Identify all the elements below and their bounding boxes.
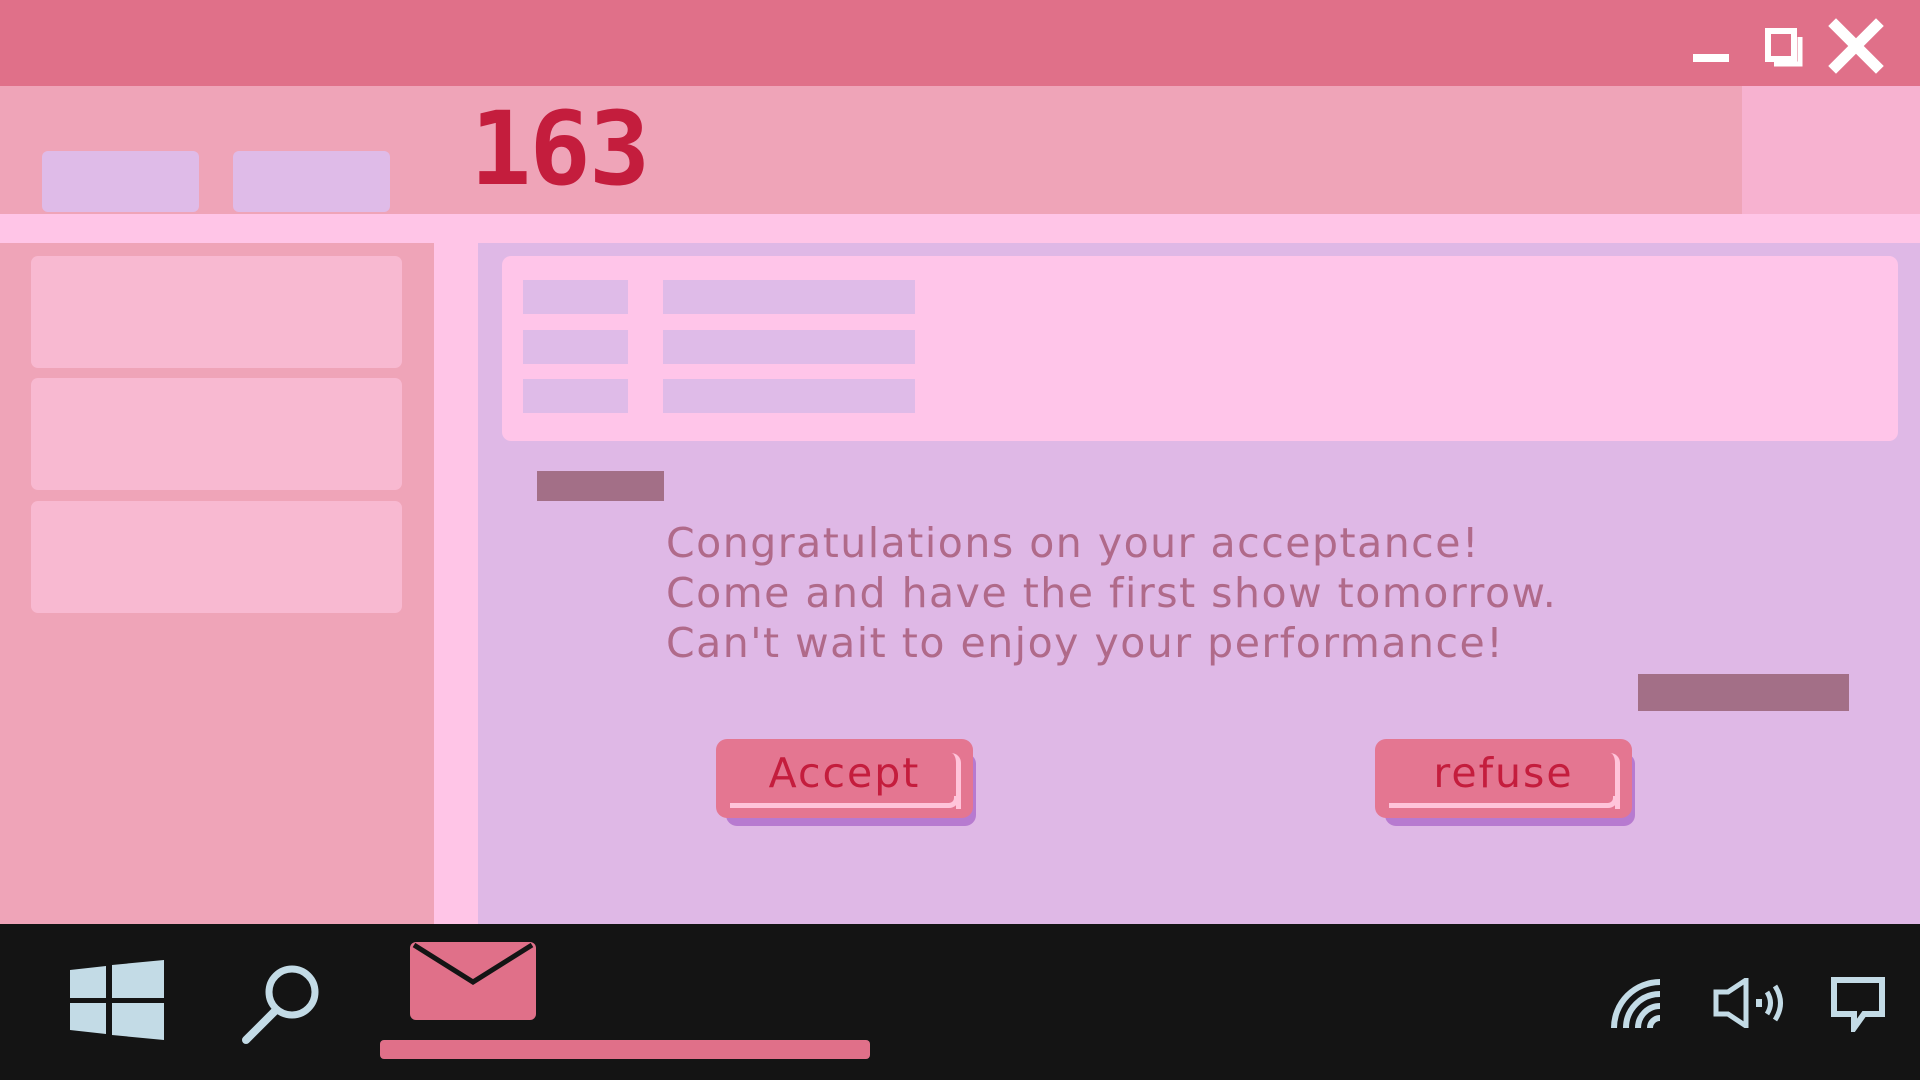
header-side-panel [1742, 86, 1920, 214]
speaker-icon[interactable] [1712, 978, 1788, 1028]
notification-icon[interactable] [1830, 976, 1886, 1032]
sidebar-item-2[interactable] [31, 378, 402, 490]
pane-divider [434, 243, 478, 924]
message-line-2: Come and have the first show tomorrow. [666, 569, 1558, 617]
sidebar-item-3[interactable] [31, 501, 402, 613]
mail-header-key-2 [523, 330, 628, 364]
active-app-indicator [380, 1040, 870, 1059]
minimize-icon[interactable] [1683, 18, 1743, 74]
accept-button-label: Accept [768, 749, 921, 797]
header-tab-2[interactable] [233, 151, 390, 212]
mail-header-key-3 [523, 379, 628, 413]
close-icon[interactable] [1826, 18, 1886, 74]
sidebar [0, 243, 434, 924]
maximize-icon[interactable] [1752, 18, 1812, 74]
search-icon[interactable] [240, 960, 326, 1044]
message-line-1: Congratulations on your acceptance! [666, 519, 1480, 567]
sidebar-item-1[interactable] [31, 256, 402, 368]
refuse-button[interactable]: refuse [1375, 739, 1635, 826]
refuse-button-label: refuse [1433, 749, 1574, 797]
mail-header-key-1 [523, 280, 628, 314]
mail-header-value-1 [663, 280, 915, 314]
mail-icon[interactable] [410, 942, 536, 1020]
taskbar [0, 924, 1920, 1080]
counter-display: 163 [470, 90, 650, 209]
header-divider-strip [0, 214, 1920, 243]
greeting-placeholder [537, 471, 664, 501]
accept-button[interactable]: Accept [716, 739, 976, 826]
mail-header-value-3 [663, 379, 915, 413]
wifi-icon[interactable] [1610, 978, 1666, 1030]
message-line-3: Can't wait to enjoy your performance! [666, 619, 1505, 667]
message-body: Congratulations on your acceptance! Come… [666, 518, 1716, 668]
signature-placeholder [1638, 674, 1849, 711]
header-tab-1[interactable] [42, 151, 199, 212]
title-bar [0, 0, 1920, 86]
windows-icon[interactable] [68, 960, 166, 1040]
mail-header-value-2 [663, 330, 915, 364]
